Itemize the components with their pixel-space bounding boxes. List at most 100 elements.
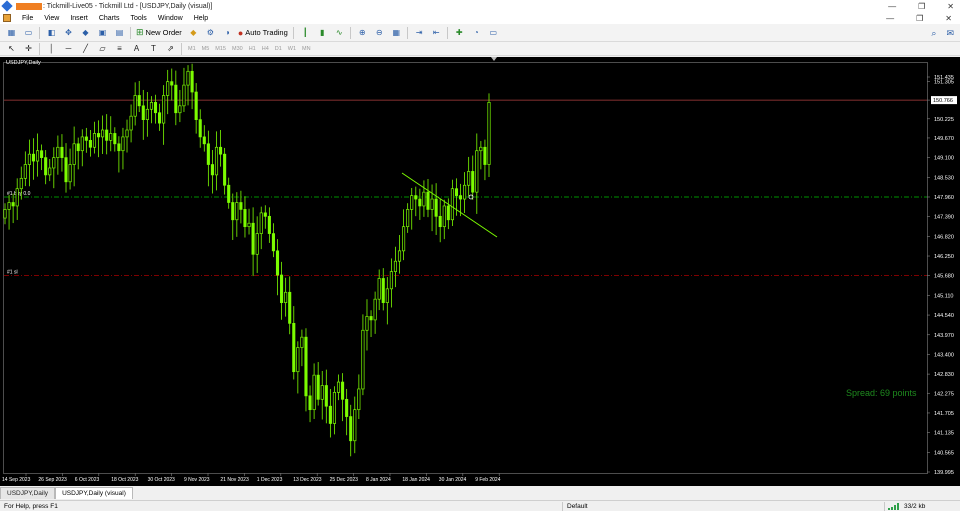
auto-trading-button[interactable]: ● Auto Trading [238,26,288,39]
candle-body [336,381,341,393]
y-tick-label: 147.390 [934,215,954,221]
menu-help[interactable]: Help [194,15,208,22]
candle-body [190,70,194,93]
terminal-icon[interactable]: ▣ [97,27,108,38]
data-window-icon[interactable]: ✥ [63,27,74,38]
horizontal-line-icon[interactable]: ─ [63,43,74,54]
navigator-icon[interactable]: ◆ [80,27,91,38]
candlestick-chart-icon[interactable]: ▮ [317,27,328,38]
menu-window[interactable]: Window [158,15,183,22]
cursor-icon[interactable]: ↖ [6,43,17,54]
candle-body [166,81,170,96]
x-tick-label: 25 Dec 2023 [330,477,359,483]
timeframe-m30[interactable]: M30 [232,46,243,52]
menu-charts[interactable]: Charts [99,15,120,22]
periods-icon[interactable]: ◔ [471,27,482,38]
chart-shift-icon[interactable]: ⇤ [431,27,442,38]
y-tick-label: 145.680 [934,274,954,280]
auto-scroll-icon[interactable]: ⇥ [414,27,425,38]
line-chart-icon[interactable]: ∿ [334,27,345,38]
candle-body [463,184,467,200]
candle-body [458,195,463,200]
market-watch-icon[interactable]: ◧ [46,27,57,38]
connection-bars-icon [888,503,900,510]
search-icon[interactable]: ⌕ [931,28,936,39]
candle-body [198,119,202,138]
vertical-line-icon[interactable]: │ [46,43,57,54]
strategy-tester-icon[interactable]: ▤ [114,27,125,38]
fibonacci-icon[interactable]: ≡ [114,43,125,54]
title-bar: : Tickmill-Live05 - Tickmill Ltd - [USDJ… [0,0,960,12]
bar-chart-icon[interactable]: ┃ [300,27,311,38]
y-tick-label: 143.970 [934,333,954,339]
tab-usdjpy-daily[interactable]: USDJPY,Daily [0,487,56,499]
child-restore-button[interactable]: ❐ [916,14,923,23]
menu-view[interactable]: View [44,15,59,22]
candle-body [467,171,471,186]
timeframe-h4[interactable]: H4 [262,46,269,52]
menu-tools[interactable]: Tools [130,15,146,22]
trendline [401,172,498,238]
zoom-in-icon[interactable]: ⊕ [357,27,368,38]
new-chart-icon[interactable]: ▦ [6,27,17,38]
candle-body [101,129,105,138]
candle-body [353,409,357,442]
indicators-icon[interactable]: ✚ [454,27,465,38]
current-price-label: 150.766 [933,98,953,104]
candle-body [109,133,113,141]
window-minimize-button[interactable]: — [888,2,896,11]
standard-toolbar: ▦ ▭ ◧ ✥ ◆ ▣ ▤ ⊞ New Order ◆ ⚙ ◑ ● Auto T… [0,24,960,42]
candle-body [426,191,430,210]
profiles-icon[interactable]: ▭ [23,27,34,38]
arrow-tool-icon[interactable]: ⇗ [165,43,176,54]
metaeditor-icon[interactable]: ◆ [188,27,199,38]
new-order-button[interactable]: ⊞ New Order [136,26,182,39]
candle-body [170,81,174,86]
crosshair-icon[interactable]: ✛ [23,43,34,54]
timeframe-mn[interactable]: MN [302,46,311,52]
chat-icon[interactable]: ✉ [946,28,954,39]
candle-body [406,209,410,228]
drawing-toolbar: ↖ ✛ │ ─ ╱ ▱ ≡ A T ⇗ M1 M5 M15 M30 H1 H4 … [0,42,960,56]
templates-icon[interactable]: ▭ [488,27,499,38]
tile-windows-icon[interactable]: ▦ [391,27,402,38]
trendline-icon[interactable]: ╱ [80,43,91,54]
window-title: : Tickmill-Live05 - Tickmill Ltd - [USDJ… [43,2,213,10]
menu-insert[interactable]: Insert [70,15,88,22]
status-connection[interactable]: 33/2 kb [904,503,925,510]
timeframe-w1[interactable]: W1 [288,46,296,52]
status-profile[interactable]: Default [567,503,588,510]
window-restore-button[interactable]: ❐ [918,2,925,11]
sl-line-label: #1 sl [7,270,18,276]
candle-body [23,164,27,179]
timeframe-m5[interactable]: M5 [202,46,210,52]
label-tool-icon[interactable]: T [148,43,159,54]
candle-body [56,146,60,158]
candle-body [328,405,332,424]
zoom-out-icon[interactable]: ⊖ [374,27,385,38]
candle-body [96,133,101,138]
chart-window[interactable]: 151.435151.305150.766150.225149.670149.1… [0,57,960,486]
history-icon[interactable]: ◑ [222,27,233,38]
child-close-button[interactable]: ✕ [945,14,952,23]
candle-body [414,195,418,200]
price-chart[interactable]: 151.435151.305150.766150.225149.670149.1… [0,57,960,486]
chart-window-icon[interactable] [3,14,11,22]
candle-body [316,374,320,400]
menu-file[interactable]: File [22,15,33,22]
text-tool-icon[interactable]: A [131,43,142,54]
child-minimize-button[interactable]: — [886,14,894,23]
options-icon[interactable]: ⚙ [205,27,216,38]
timeframe-d1[interactable]: D1 [275,46,282,52]
window-close-button[interactable]: ✕ [947,2,954,11]
timeframe-h1[interactable]: H1 [249,46,256,52]
timeframe-m15[interactable]: M15 [215,46,226,52]
channel-icon[interactable]: ▱ [97,43,108,54]
x-tick-label: 21 Nov 2023 [220,477,249,483]
candle-body [235,202,239,221]
tab-usdjpy-daily-visual[interactable]: USDJPY,Daily (visual) [55,487,133,499]
timeframe-m1[interactable]: M1 [188,46,196,52]
y-tick-label: 144.540 [934,313,954,319]
toolbar-separator [39,42,40,55]
candle-body [137,95,141,107]
